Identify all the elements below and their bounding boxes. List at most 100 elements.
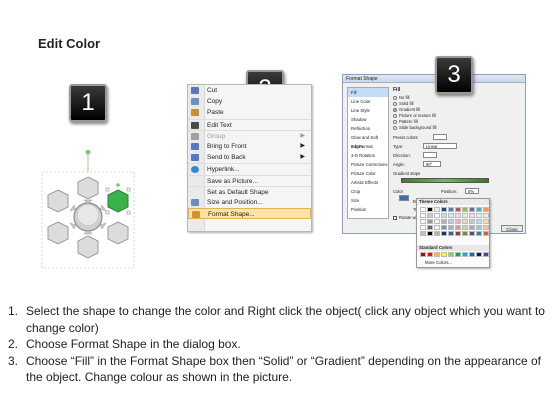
- color-swatch[interactable]: [455, 252, 461, 257]
- color-swatch[interactable]: [420, 207, 426, 212]
- color-swatch[interactable]: [455, 207, 461, 212]
- category-artistic-effects[interactable]: Artistic Effects: [348, 178, 388, 187]
- color-swatch[interactable]: [469, 231, 475, 236]
- color-swatch[interactable]: [448, 225, 454, 230]
- category-3d-format[interactable]: 3-D Format: [348, 142, 388, 151]
- fill-option-slide-bg[interactable]: Slide background fill: [393, 125, 436, 130]
- category-line-color[interactable]: Line Color: [348, 97, 388, 106]
- menu-item-set-default-shape[interactable]: Set as Default Shape: [188, 185, 311, 197]
- color-swatch[interactable]: [455, 231, 461, 236]
- direction-dropdown[interactable]: [423, 152, 437, 158]
- color-swatch[interactable]: [483, 219, 489, 224]
- color-swatch[interactable]: [483, 252, 489, 257]
- color-swatch[interactable]: [427, 207, 433, 212]
- color-swatch[interactable]: [434, 213, 440, 218]
- color-swatch[interactable]: [462, 231, 468, 236]
- category-size[interactable]: Size: [348, 196, 388, 205]
- color-swatch[interactable]: [441, 219, 447, 224]
- color-swatch[interactable]: [476, 213, 482, 218]
- color-swatch[interactable]: [434, 225, 440, 230]
- color-swatch[interactable]: [469, 219, 475, 224]
- fill-option-solid[interactable]: Solid fill: [393, 101, 413, 106]
- color-swatch[interactable]: [420, 225, 426, 230]
- color-swatch[interactable]: [448, 207, 454, 212]
- menu-item-edit-text[interactable]: Edit Text: [188, 118, 311, 130]
- category-fill[interactable]: Fill: [348, 88, 388, 97]
- color-swatch[interactable]: [427, 225, 433, 230]
- category-glow[interactable]: Glow and Soft Edges: [348, 133, 388, 149]
- angle-field[interactable]: 90°: [423, 161, 441, 167]
- category-position[interactable]: Position: [348, 205, 388, 214]
- fill-option-none[interactable]: No fill: [393, 95, 409, 100]
- category-picture-color[interactable]: Picture Color: [348, 169, 388, 178]
- color-swatch[interactable]: [476, 219, 482, 224]
- color-swatch[interactable]: [483, 213, 489, 218]
- color-swatch[interactable]: [483, 225, 489, 230]
- color-swatch[interactable]: [420, 252, 426, 257]
- category-crop[interactable]: Crop: [348, 187, 388, 196]
- color-swatch[interactable]: [434, 219, 440, 224]
- color-swatch[interactable]: [483, 207, 489, 212]
- menu-item-hyperlink[interactable]: Hyperlink...: [188, 163, 311, 174]
- color-swatch[interactable]: [448, 231, 454, 236]
- color-swatch[interactable]: [441, 225, 447, 230]
- color-swatch[interactable]: [441, 252, 447, 257]
- category-3d-rotation[interactable]: 3-D Rotation: [348, 151, 388, 160]
- color-swatch[interactable]: [469, 213, 475, 218]
- color-swatch[interactable]: [476, 252, 482, 257]
- menu-item-paste[interactable]: Paste: [188, 107, 311, 118]
- more-colors-link[interactable]: More Colors...: [425, 260, 452, 265]
- category-line-style[interactable]: Line Style: [348, 106, 388, 115]
- menu-item-copy[interactable]: Copy: [188, 96, 311, 107]
- color-swatch[interactable]: [462, 213, 468, 218]
- color-swatch[interactable]: [483, 231, 489, 236]
- category-reflection[interactable]: Reflection: [348, 124, 388, 133]
- gradient-stops-bar[interactable]: [401, 178, 489, 183]
- menu-item-send-to-back[interactable]: Send to Back ▶: [188, 152, 311, 163]
- color-swatch[interactable]: [448, 219, 454, 224]
- color-swatch[interactable]: [427, 213, 433, 218]
- color-swatch[interactable]: [434, 252, 440, 257]
- category-shadow[interactable]: Shadow: [348, 115, 388, 124]
- position-field[interactable]: 0%: [465, 188, 479, 194]
- color-swatch[interactable]: [469, 225, 475, 230]
- color-swatch[interactable]: [476, 231, 482, 236]
- color-swatch[interactable]: [455, 225, 461, 230]
- color-swatch[interactable]: [434, 207, 440, 212]
- color-picker-button[interactable]: [399, 195, 409, 201]
- type-dropdown[interactable]: Linear: [423, 143, 457, 149]
- color-swatch[interactable]: [441, 213, 447, 218]
- color-swatch[interactable]: [427, 219, 433, 224]
- fill-option-gradient[interactable]: Gradient fill: [393, 107, 420, 112]
- color-swatch[interactable]: [427, 252, 433, 257]
- color-swatch[interactable]: [462, 252, 468, 257]
- color-swatch[interactable]: [469, 207, 475, 212]
- menu-item-size-and-position[interactable]: Size and Position...: [188, 197, 311, 208]
- menu-item-format-shape[interactable]: Format Shape...: [188, 208, 311, 220]
- color-swatch[interactable]: [441, 207, 447, 212]
- color-swatch[interactable]: [441, 231, 447, 236]
- color-swatch[interactable]: [420, 231, 426, 236]
- color-swatch[interactable]: [434, 231, 440, 236]
- menu-item-save-as-picture[interactable]: Save as Picture...: [188, 174, 311, 186]
- color-swatch[interactable]: [427, 231, 433, 236]
- color-swatch[interactable]: [448, 252, 454, 257]
- color-swatch[interactable]: [476, 225, 482, 230]
- fill-option-picture[interactable]: Picture or texture fill: [393, 113, 436, 118]
- close-button[interactable]: Close: [501, 225, 523, 232]
- category-picture-corrections[interactable]: Picture Corrections: [348, 160, 388, 169]
- color-swatch[interactable]: [455, 219, 461, 224]
- color-swatch[interactable]: [462, 225, 468, 230]
- color-swatch[interactable]: [455, 213, 461, 218]
- color-swatch[interactable]: [448, 213, 454, 218]
- color-swatch[interactable]: [462, 207, 468, 212]
- preset-colors-dropdown[interactable]: [433, 134, 447, 140]
- color-swatch[interactable]: [420, 219, 426, 224]
- menu-item-cut[interactable]: Cut: [188, 85, 311, 96]
- fill-option-pattern[interactable]: Pattern fill: [393, 119, 418, 124]
- color-swatch[interactable]: [420, 213, 426, 218]
- menu-item-group[interactable]: Group ▶: [188, 129, 311, 141]
- color-swatch[interactable]: [469, 252, 475, 257]
- color-swatch[interactable]: [462, 219, 468, 224]
- color-swatch[interactable]: [476, 207, 482, 212]
